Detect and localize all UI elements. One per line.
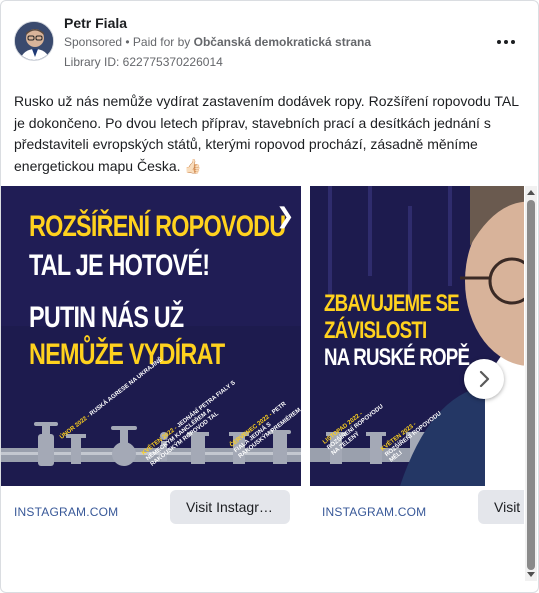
card-2-headline-3: NA RUSKÉ ROPĚ <box>324 344 470 371</box>
paid-for-by-name: Občanská demokratická strana <box>193 35 372 49</box>
advertiser-name[interactable]: Petr Fiala <box>64 15 127 31</box>
advertiser-avatar[interactable] <box>14 21 54 61</box>
ad-body-text: Rusko už nás nemůže vydírat zastavením d… <box>14 93 519 174</box>
carousel-card-2[interactable]: ZBAVUJEME SE ZÁVISLOSTI NA RUSKÉ ROPĚ LI… <box>310 186 524 531</box>
sponsored-line: Sponsored • Paid for by Občanská demokra… <box>64 35 371 49</box>
card-1-image[interactable]: ROZŠÍŘENÍ ROPOVODU TAL JE HOTOVÉ! PUTIN … <box>1 186 301 486</box>
card-2-domain[interactable]: INSTAGRAM.COM <box>322 505 426 519</box>
ad-card: Petr Fiala Sponsored • Paid for by Občan… <box>0 0 539 593</box>
scroll-up-arrow-icon[interactable] <box>527 190 535 195</box>
more-options-icon[interactable] <box>497 33 519 49</box>
avatar-portrait <box>15 22 53 60</box>
card-1-visit-button[interactable]: Visit Instagr… <box>170 490 290 524</box>
card-2-image[interactable]: ZBAVUJEME SE ZÁVISLOSTI NA RUSKÉ ROPĚ LI… <box>310 186 524 486</box>
carousel-card-1[interactable]: ROZŠÍŘENÍ ROPOVODU TAL JE HOTOVÉ! PUTIN … <box>1 186 301 531</box>
card-1-headline-2: TAL JE HOTOVÉ! <box>29 249 210 282</box>
scrollbar-thumb[interactable] <box>527 200 535 570</box>
vertical-scrollbar[interactable] <box>525 186 537 581</box>
card-2-headline-1: ZBAVUJEME SE <box>324 290 460 317</box>
paid-for-by-prefix: • Paid for by <box>122 35 194 49</box>
sponsored-label: Sponsored <box>64 35 123 49</box>
card-1-headline-1: ROZŠÍŘENÍ ROPOVODU <box>29 210 286 243</box>
card-2-headline-2: ZÁVISLOSTI <box>324 317 427 344</box>
scroll-down-arrow-icon[interactable] <box>527 572 535 577</box>
card-2-visit-button[interactable]: Visit <box>478 490 524 524</box>
card-1-headline-3: PUTIN NÁS UŽ <box>29 301 184 334</box>
ad-carousel: ROZŠÍŘENÍ ROPOVODU TAL JE HOTOVÉ! PUTIN … <box>1 186 524 531</box>
carousel-next-button[interactable] <box>464 359 504 399</box>
card-1-headline-4: NEMŮŽE VYDÍRAT <box>29 338 225 371</box>
card-1-domain[interactable]: INSTAGRAM.COM <box>14 505 118 519</box>
chevron-right-icon <box>479 370 490 388</box>
chevron-right-icon: ❯ <box>276 203 295 228</box>
library-id: Library ID: 622775370226014 <box>64 55 223 69</box>
